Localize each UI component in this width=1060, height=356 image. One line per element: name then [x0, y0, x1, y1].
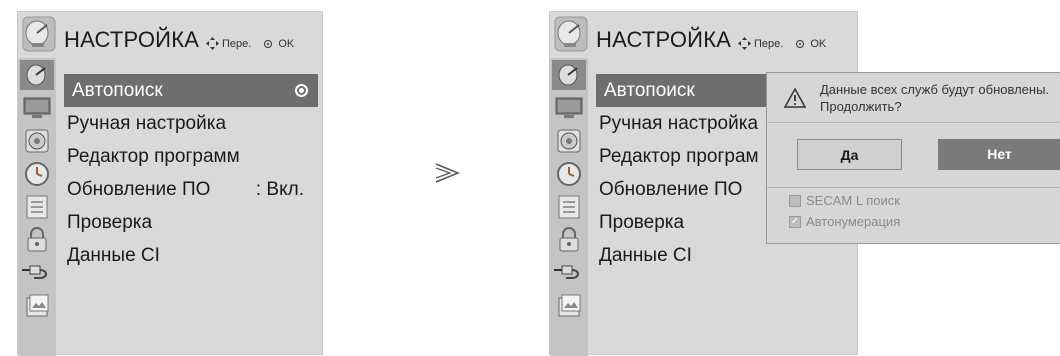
setup-menu-panel: НАСТРОЙКА Пере. OK Автопоиск Ручная наст…: [17, 11, 323, 356]
hint-move-label: Пере.: [754, 37, 784, 50]
menu-item-program-editor[interactable]: Редактор программ: [64, 140, 318, 173]
update-confirm-dialog: Данные всех служб будут обновлены. Продо…: [766, 72, 1060, 244]
speaker-icon[interactable]: [552, 126, 586, 156]
menu-item-diagnostics[interactable]: Проверка: [64, 206, 318, 239]
menu-item-auto-tuning[interactable]: Автопоиск: [64, 74, 318, 107]
satellite-dish-header-icon: [20, 14, 58, 54]
navigation-hint: Пере. OK: [206, 37, 294, 50]
monitor-icon[interactable]: [552, 93, 586, 123]
dialog-message: Данные всех служб будут обновлены. Продо…: [820, 81, 1049, 115]
software-update-value: : Вкл.: [255, 179, 304, 200]
menu-item-manual-tuning[interactable]: Ручная настройка: [64, 107, 318, 140]
menu-item-label: Проверка: [599, 212, 685, 233]
menu-item-label: Ручная настройка: [599, 113, 759, 134]
satellite-dish-icon[interactable]: [20, 60, 54, 90]
menu-item-ci-info[interactable]: Данные CI: [64, 239, 318, 272]
yes-button[interactable]: Да: [797, 139, 902, 170]
photo-card-icon[interactable]: [552, 291, 586, 321]
menu-item-label: Редактор програм: [599, 146, 759, 167]
menu-title: НАСТРОЙКА: [596, 27, 732, 52]
hint-ok-label: OK: [278, 37, 295, 50]
secam-l-search-checkbox[interactable]: [789, 194, 801, 207]
dialog-divider: [767, 187, 1060, 188]
menu-item-label: Автопоиск: [72, 80, 163, 101]
auto-numbering-option[interactable]: ✓ Автонумерация: [789, 214, 900, 229]
hint-ok-label: OK: [810, 37, 827, 50]
menu-title: НАСТРОЙКА: [64, 27, 200, 52]
input-plug-icon[interactable]: [20, 258, 54, 288]
clock-icon[interactable]: [20, 159, 54, 189]
menu-item-label: Автопоиск: [604, 80, 695, 101]
menu-item-label: Ручная настройка: [67, 113, 227, 134]
lock-icon[interactable]: [552, 225, 586, 255]
menu-item-label: Проверка: [67, 212, 153, 233]
clock-icon[interactable]: [552, 159, 586, 189]
dialog-message-line2: Продолжить?: [820, 99, 902, 114]
setup-menu-list: Автопоиск Ручная настройка Редактор прог…: [64, 74, 318, 272]
photo-card-icon[interactable]: [20, 291, 54, 321]
lock-icon[interactable]: [20, 225, 54, 255]
move-arrows-icon: [738, 37, 751, 50]
checklist-icon[interactable]: [20, 192, 54, 222]
category-icon-sidebar: [550, 58, 588, 356]
satellite-dish-header-icon: [552, 14, 590, 54]
dialog-divider: [767, 122, 1060, 123]
warning-icon: [784, 88, 806, 108]
no-button[interactable]: Нет: [938, 139, 1060, 170]
category-icon-sidebar: [18, 58, 56, 356]
menu-item-label: Данные CI: [67, 245, 160, 266]
secam-l-search-option[interactable]: SECAM L поиск: [789, 193, 900, 208]
dialog-message-line1: Данные всех служб будут обновлены.: [820, 82, 1050, 97]
menu-item-label: Данные CI: [599, 245, 692, 266]
ok-icon: [264, 39, 273, 48]
input-plug-icon[interactable]: [552, 258, 586, 288]
satellite-dish-icon[interactable]: [552, 60, 586, 90]
menu-item-auto-tuning[interactable]: Автопоиск: [596, 74, 774, 107]
menu-item-label: Обновление ПО: [599, 179, 743, 200]
move-arrows-icon: [206, 37, 219, 50]
hint-move-label: Пере.: [222, 37, 252, 50]
ok-icon: [796, 39, 805, 48]
auto-numbering-checkbox[interactable]: ✓: [789, 215, 801, 228]
next-step-arrow-icon: [435, 163, 460, 183]
menu-item-software-update[interactable]: Обновление ПО : Вкл.: [64, 173, 318, 206]
checklist-icon[interactable]: [552, 192, 586, 222]
navigation-hint: Пере. OK: [738, 37, 826, 50]
menu-item-label: Редактор программ: [67, 146, 240, 167]
secam-l-search-label: SECAM L поиск: [806, 193, 900, 208]
selected-radio-icon: [295, 84, 308, 97]
monitor-icon[interactable]: [20, 93, 54, 123]
menu-item-label: Обновление ПО: [67, 179, 211, 200]
speaker-icon[interactable]: [20, 126, 54, 156]
auto-numbering-label: Автонумерация: [806, 214, 901, 229]
